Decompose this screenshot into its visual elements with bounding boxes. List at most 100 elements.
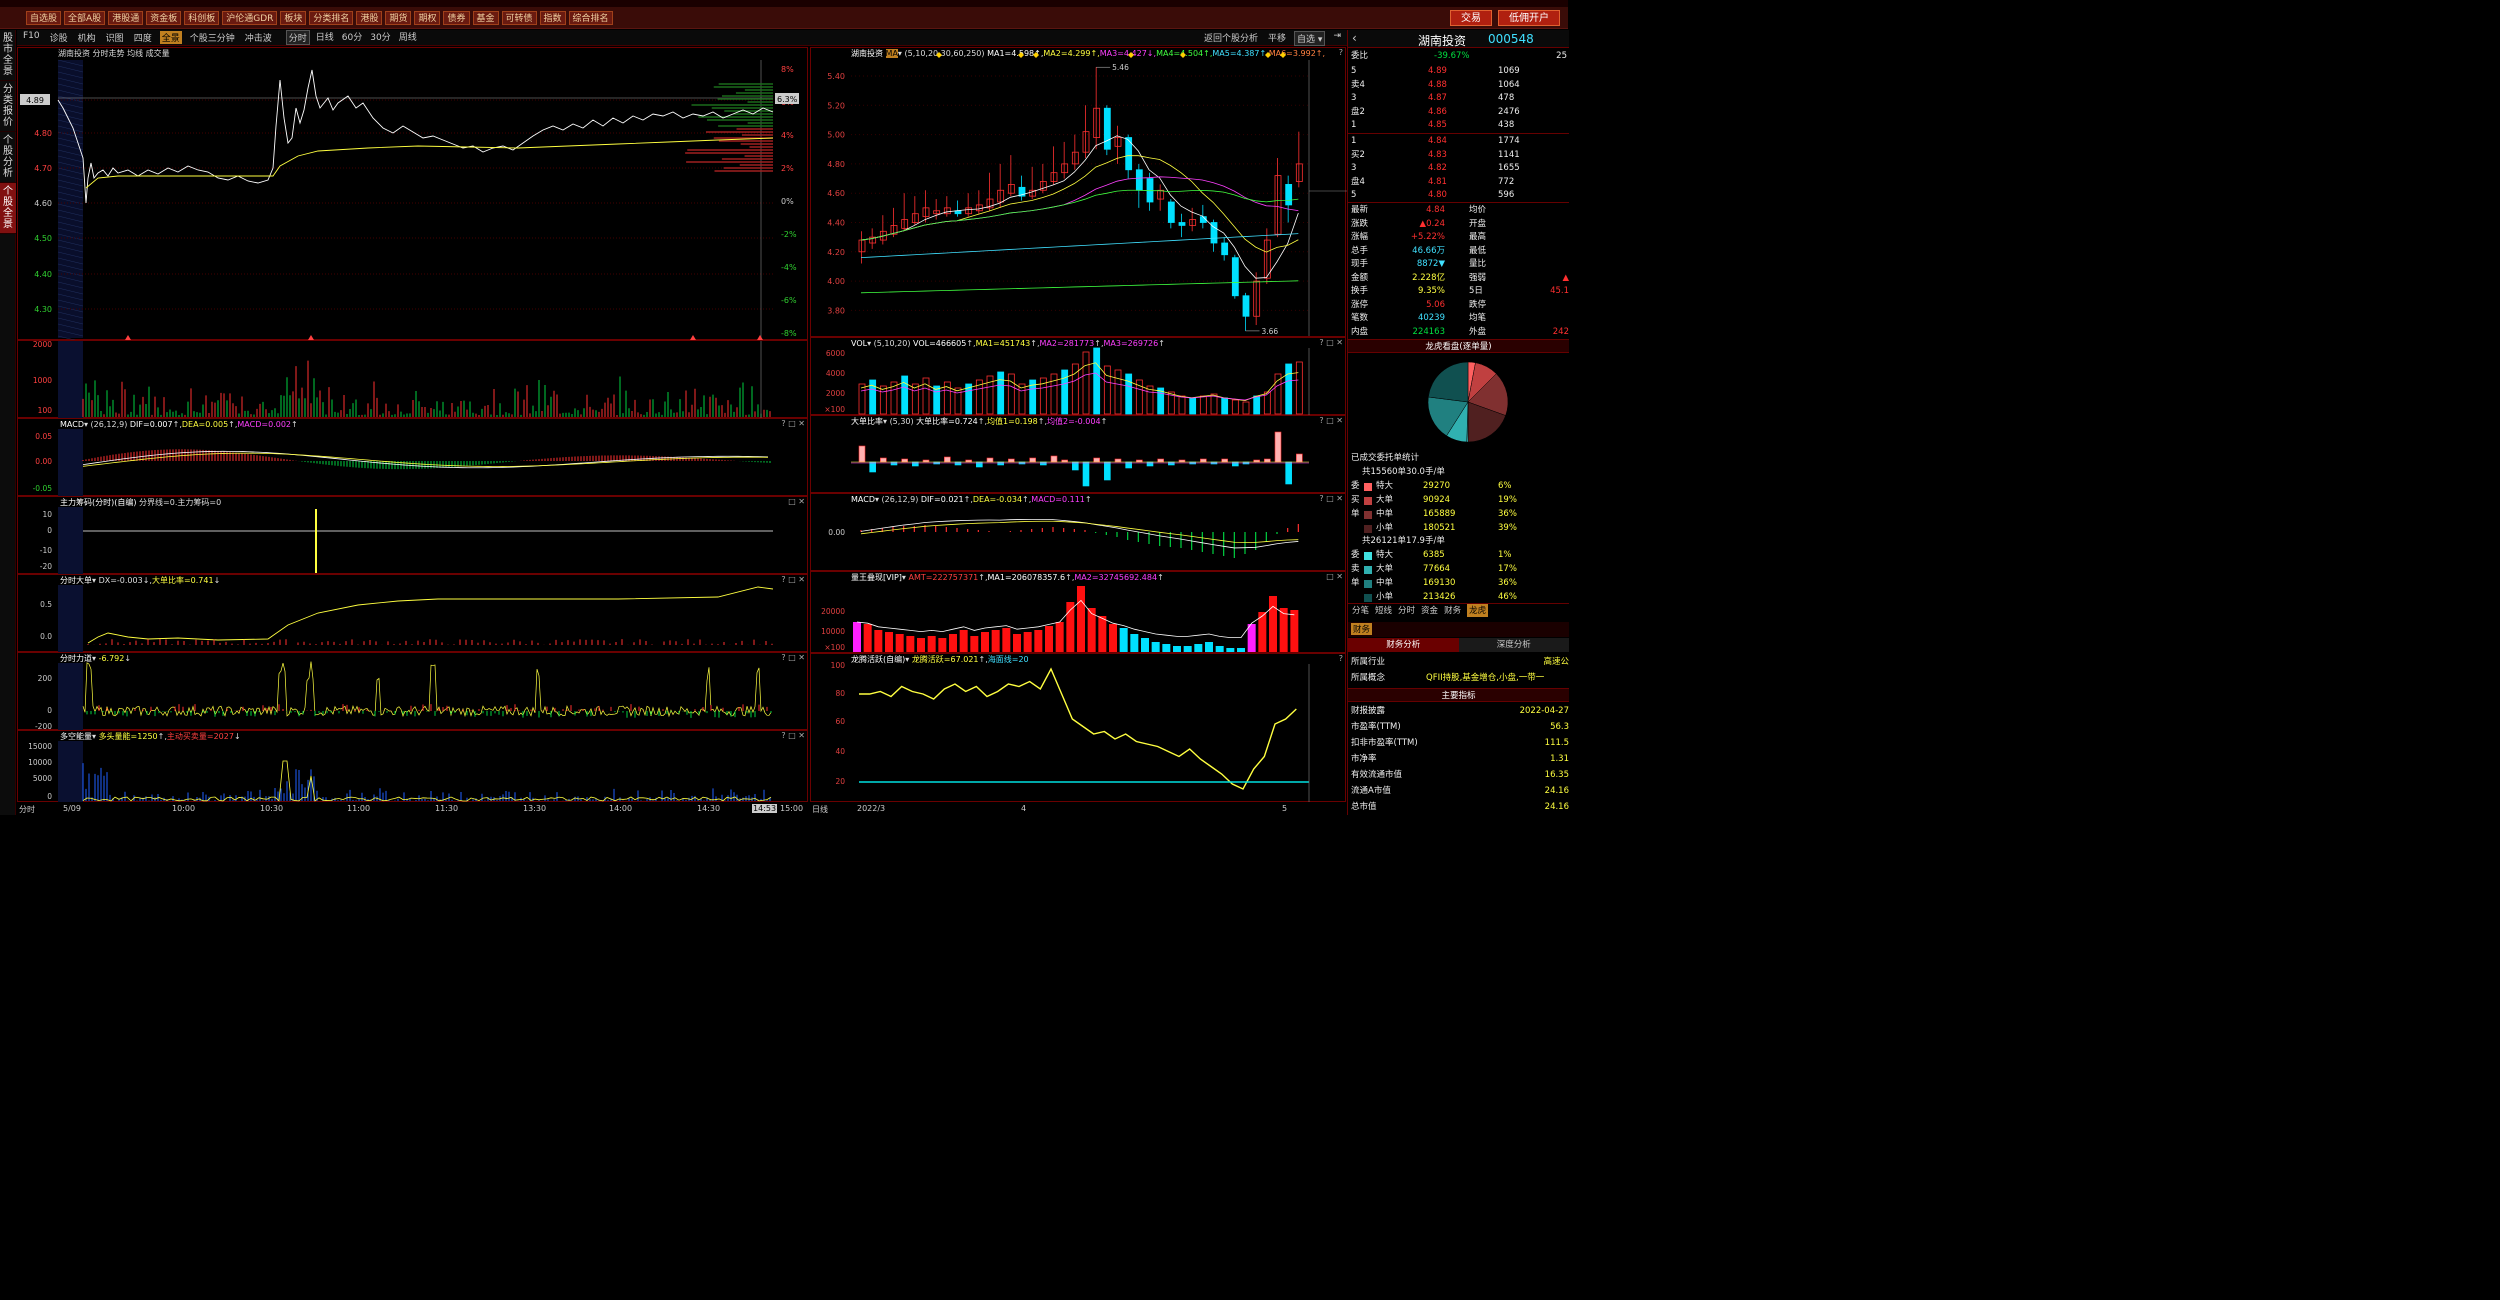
- dadanbi-bar: [1274, 431, 1282, 463]
- ask-row[interactable]: 卖4 4.88 1064: [1348, 79, 1569, 92]
- toolbar-button[interactable]: 可转债: [501, 10, 537, 25]
- stat-row: 笔数 40239 均笔: [1348, 312, 1569, 325]
- bid-row[interactable]: 盘4 4.81 772: [1348, 176, 1569, 189]
- subbar-item[interactable]: F10: [21, 31, 42, 44]
- duokong-chart[interactable]: 15000 10000 5000 0: [18, 731, 809, 803]
- liangwang-bar: [1055, 622, 1064, 652]
- lt-tick-label: 20: [835, 777, 845, 786]
- period-tab[interactable]: 分时: [285, 30, 310, 45]
- premarket-shade: [58, 507, 83, 575]
- ask-row[interactable]: 3 4.87 478: [1348, 92, 1569, 105]
- leftnav-item[interactable]: 股市全景: [0, 30, 16, 81]
- toolbar-button[interactable]: 基金: [472, 10, 499, 25]
- watchlist-dropdown[interactable]: 自选 ▾: [1294, 31, 1326, 46]
- period-tab[interactable]: 30分: [368, 30, 392, 45]
- quote-tab[interactable]: 资金: [1421, 604, 1438, 617]
- intraday-volume-chart[interactable]: 2000 1000 100: [18, 340, 809, 419]
- quote-tab[interactable]: 财务: [1444, 604, 1461, 617]
- liangwang-bar: [1183, 646, 1192, 652]
- subbar-item[interactable]: 个股三分钟: [188, 31, 237, 44]
- toolbar-button[interactable]: 港股通: [108, 10, 144, 25]
- toolbar-button[interactable]: 港股: [356, 10, 383, 25]
- leftnav-item[interactable]: 个股全景: [0, 183, 16, 234]
- ask-row[interactable]: 盘2 4.86 2476: [1348, 106, 1569, 119]
- quote-tab[interactable]: 分时: [1398, 604, 1415, 617]
- stock-name: 湖南投资: [1418, 34, 1467, 48]
- dadanbi-chart[interactable]: [811, 416, 1347, 494]
- fin-analysis-tab[interactable]: 财务分析: [1348, 638, 1459, 652]
- ask-price: 4.88: [1428, 79, 1447, 90]
- ask-label: 卖4: [1351, 79, 1365, 90]
- dadanbi-bar: [1232, 461, 1239, 467]
- ask-volume: 478: [1498, 93, 1515, 103]
- daily-volume-bar: [1285, 363, 1293, 415]
- price-tick-label: 4.50: [34, 234, 52, 243]
- deep-analysis-tab[interactable]: 深度分析: [1458, 638, 1569, 652]
- liangwang-chart[interactable]: 20000 10000 ×100: [811, 572, 1347, 654]
- subbar-item[interactable]: 冲击波: [243, 31, 274, 44]
- toolbar-button[interactable]: 期权: [414, 10, 441, 25]
- liangwang-bar: [1151, 642, 1160, 652]
- bid-row[interactable]: 5 4.80 596: [1348, 189, 1569, 202]
- daily-volume-chart[interactable]: 6000 4000 2000 ×100: [811, 338, 1347, 416]
- leftnav-item[interactable]: 分类报价: [0, 81, 16, 132]
- quote-tab[interactable]: 短线: [1375, 604, 1392, 617]
- liangwang-bar: [906, 636, 915, 652]
- size-pct: 6%: [1498, 481, 1512, 491]
- period-tab[interactable]: 日线: [314, 30, 336, 45]
- subbar-item[interactable]: 全景: [159, 31, 182, 44]
- quote-tab[interactable]: 分笔: [1352, 604, 1369, 617]
- deal-title: 已成交委托单统计: [1351, 453, 1420, 463]
- zhuli-tick-label: 0: [47, 526, 52, 535]
- dadanbi-bar: [1296, 453, 1303, 463]
- stat-label2: 5日: [1469, 286, 1483, 296]
- daily-kline-chart[interactable]: 5.40 5.20 5.00 4.80 4.60 4.40 4.20 4.00 3.80 5.46…: [811, 48, 1347, 338]
- pct-tick-label: 8%: [781, 65, 794, 74]
- toolbar-button[interactable]: 板块: [280, 10, 307, 25]
- subbar-item[interactable]: 识图: [104, 31, 126, 44]
- trade-button[interactable]: 交易: [1450, 10, 1492, 26]
- bid-row[interactable]: 3 4.82 1655: [1348, 162, 1569, 175]
- dadanbi-bar: [1050, 455, 1058, 463]
- liliang-chart[interactable]: 2000-200: [18, 653, 809, 731]
- toolbar-button[interactable]: 自选股: [26, 10, 62, 25]
- back-icon[interactable]: ‹: [1352, 31, 1357, 45]
- pan-button[interactable]: 平移: [1266, 31, 1288, 46]
- collapse-icon[interactable]: ⇥: [1331, 31, 1343, 46]
- daily-volume-bar: [1007, 373, 1015, 415]
- fin-tab[interactable]: 财务: [1351, 623, 1373, 635]
- toolbar-button[interactable]: 沪伦通GDR: [222, 10, 278, 25]
- toolbar-button[interactable]: 全部A股: [64, 10, 106, 25]
- candle-body: [1178, 222, 1186, 226]
- subbar-item[interactable]: 四度: [132, 31, 154, 44]
- toolbar-button[interactable]: 债券: [443, 10, 470, 25]
- intraday-chart[interactable]: 4.894.804.704.604.504.404.304.898%6%4%2%…: [18, 48, 809, 343]
- toolbar-button[interactable]: 分类排名: [309, 10, 354, 25]
- toolbar-button[interactable]: 期货: [385, 10, 412, 25]
- quote-tab[interactable]: 龙虎: [1467, 604, 1489, 617]
- daily-volume-bar: [901, 375, 909, 415]
- toolbar-button[interactable]: 科创板: [184, 10, 220, 25]
- zhuli-chart[interactable]: 10 0 -10 -20: [18, 497, 809, 575]
- period-tab[interactable]: 60分: [340, 30, 364, 45]
- daily-volume-bar: [1189, 397, 1197, 415]
- subbar-item[interactable]: 诊股: [48, 31, 70, 44]
- bid-row[interactable]: 买2 4.83 1141: [1348, 149, 1569, 162]
- leftnav-item[interactable]: 个股分析: [0, 132, 16, 183]
- date-tick-label: 4: [1021, 804, 1027, 813]
- toolbar-button[interactable]: 指数: [539, 10, 566, 25]
- daily-macd-chart[interactable]: 0.00: [811, 494, 1347, 572]
- toolbar-button[interactable]: 资金板: [146, 10, 182, 25]
- return-analysis-button[interactable]: 返回个股分析: [1202, 31, 1260, 46]
- stat-row: 涨停 5.06 跌停: [1348, 299, 1569, 312]
- period-tab[interactable]: 周线: [397, 30, 419, 45]
- dadan-chart[interactable]: 0.5 0.0: [18, 575, 809, 653]
- toolbar-button[interactable]: 综合排名: [568, 10, 613, 25]
- ask-row[interactable]: 1 4.85 438: [1348, 119, 1569, 132]
- ask-row[interactable]: 5 4.89 1069: [1348, 65, 1569, 78]
- longteng-chart[interactable]: 100 80 60 40 20: [811, 654, 1347, 803]
- bid-row[interactable]: 1 4.84 1774: [1348, 135, 1569, 148]
- subbar-item[interactable]: 机构: [76, 31, 98, 44]
- open-account-button[interactable]: 低佣开户: [1498, 10, 1560, 26]
- intraday-macd-chart[interactable]: 0.05 0.00 -0.05: [18, 419, 809, 497]
